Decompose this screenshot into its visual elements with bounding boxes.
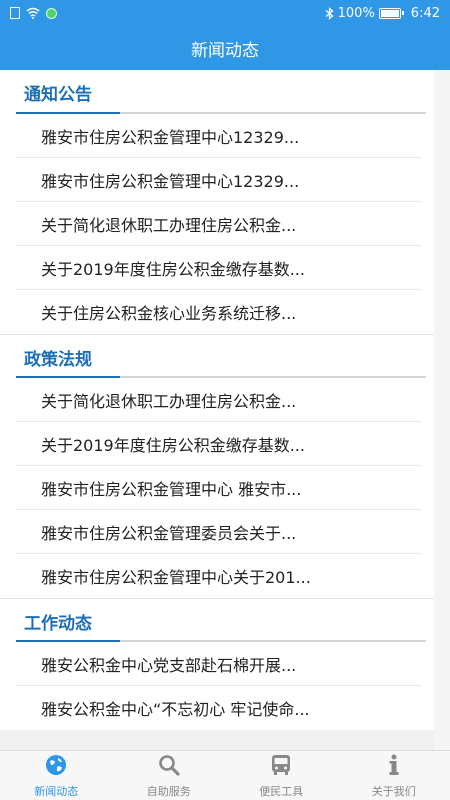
- news-item[interactable]: 关于2019年度住房公积金缴存基数...: [16, 422, 422, 466]
- news-item[interactable]: 关于简化退休职工办理住房公积金...: [16, 378, 422, 422]
- section-divider-accent: [16, 376, 120, 378]
- news-item[interactable]: 关于简化退休职工办理住房公积金...: [16, 202, 422, 246]
- section-divider-accent: [16, 640, 120, 642]
- section-list: 关于简化退休职工办理住房公积金... 关于2019年度住房公积金缴存基数... 雅安…: [0, 378, 434, 598]
- news-list-container[interactable]: 通知公告雅安市住房公积金管理中心12329... 雅安市住房公积金管理中心1232…: [0, 70, 450, 750]
- status-right: 100% 6:42: [325, 6, 440, 21]
- globe-icon: [44, 753, 68, 781]
- section-header: 工作动态: [0, 598, 434, 642]
- news-item[interactable]: 雅安市住房公积金管理中心 雅安市...: [16, 466, 422, 510]
- info-icon: [382, 753, 406, 781]
- tab-globe[interactable]: 新闻动态: [0, 751, 113, 800]
- news-item[interactable]: 关于2019年度住房公积金缴存基数...: [16, 246, 422, 290]
- app-header: 新闻动态: [0, 26, 450, 70]
- tab-search[interactable]: 自助服务: [113, 751, 226, 800]
- bus-icon: [269, 753, 293, 781]
- section-list: 雅安公积金中心党支部赴石棉开展... 雅安公积金中心“不忘初心 牢记使命...: [0, 642, 434, 730]
- news-item[interactable]: 雅安市住房公积金管理中心关于201...: [16, 554, 422, 598]
- section-divider-accent: [16, 112, 120, 114]
- section-title: 工作动态: [24, 614, 92, 634]
- tab-label: 自助服务: [146, 784, 191, 798]
- section-header: 政策法规: [0, 334, 434, 378]
- scrollbar[interactable]: [434, 70, 450, 750]
- battery-percent: 100%: [337, 5, 375, 21]
- news-item[interactable]: 雅安市住房公积金管理中心12329...: [16, 114, 422, 158]
- clock: 6:42: [410, 5, 440, 21]
- tab-label: 新闻动态: [34, 784, 79, 798]
- battery-icon: [378, 7, 404, 19]
- status-left: [10, 7, 57, 19]
- status-bar: 100% 6:42: [0, 0, 450, 26]
- sim-card-icon: [10, 7, 20, 19]
- section-list: 雅安市住房公积金管理中心12329... 雅安市住房公积金管理中心12329...…: [0, 114, 434, 334]
- news-list: 通知公告雅安市住房公积金管理中心12329... 雅安市住房公积金管理中心1232…: [0, 70, 434, 730]
- bluetooth-icon: [325, 6, 334, 20]
- battery-fill: [380, 9, 399, 17]
- section-header: 通知公告: [0, 70, 434, 114]
- tab-bus[interactable]: 便民工具: [225, 751, 338, 800]
- bottom-tab-bar: 新闻动态 自助服务 便民工具 关于我们: [0, 750, 450, 800]
- tab-label: 便民工具: [259, 784, 304, 798]
- tab-label: 关于我们: [371, 784, 416, 798]
- page-title: 新闻动态: [191, 40, 259, 61]
- search-icon: [157, 753, 181, 781]
- app-notification-icon: [46, 7, 57, 19]
- news-item[interactable]: 雅安市住房公积金管理中心12329...: [16, 158, 422, 202]
- news-item[interactable]: 雅安公积金中心“不忘初心 牢记使命...: [16, 686, 422, 730]
- section-title: 政策法规: [24, 350, 92, 370]
- wifi-icon: [26, 7, 40, 19]
- news-item[interactable]: 雅安公积金中心党支部赴石棉开展...: [16, 642, 422, 686]
- news-item[interactable]: 关于住房公积金核心业务系统迁移...: [16, 290, 422, 334]
- tab-info[interactable]: 关于我们: [338, 751, 450, 800]
- news-item[interactable]: 雅安市住房公积金管理委员会关于...: [16, 510, 422, 554]
- section-title: 通知公告: [24, 85, 92, 105]
